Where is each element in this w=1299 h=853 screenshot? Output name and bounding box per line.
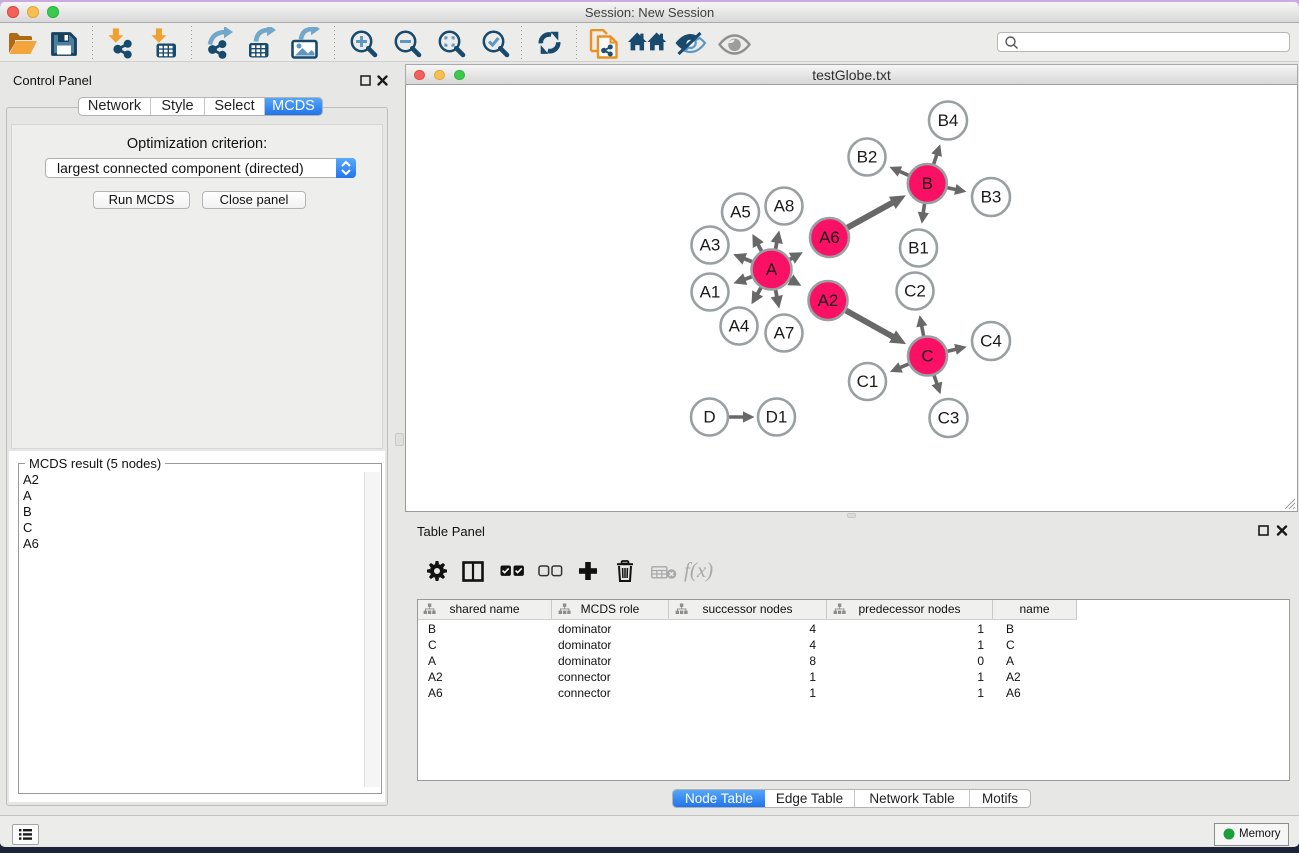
svg-text:B2: B2 xyxy=(857,147,878,166)
svg-text:C4: C4 xyxy=(980,331,1002,350)
svg-text:A3: A3 xyxy=(700,235,721,254)
svg-text:A7: A7 xyxy=(774,323,795,342)
svg-text:A4: A4 xyxy=(729,316,750,335)
svg-text:B: B xyxy=(922,174,933,193)
svg-text:C1: C1 xyxy=(857,372,879,391)
svg-text:B1: B1 xyxy=(908,238,929,257)
svg-text:A8: A8 xyxy=(774,196,795,215)
svg-text:B4: B4 xyxy=(938,111,959,130)
svg-text:A1: A1 xyxy=(700,282,721,301)
svg-text:D1: D1 xyxy=(766,407,788,426)
svg-text:D: D xyxy=(703,407,715,426)
svg-text:A: A xyxy=(766,260,778,279)
svg-text:C: C xyxy=(921,346,933,365)
svg-text:C3: C3 xyxy=(938,408,960,427)
svg-text:B3: B3 xyxy=(981,187,1002,206)
svg-text:A2: A2 xyxy=(818,291,839,310)
svg-text:A5: A5 xyxy=(730,202,751,221)
svg-text:C2: C2 xyxy=(904,281,926,300)
svg-text:A6: A6 xyxy=(819,228,840,247)
